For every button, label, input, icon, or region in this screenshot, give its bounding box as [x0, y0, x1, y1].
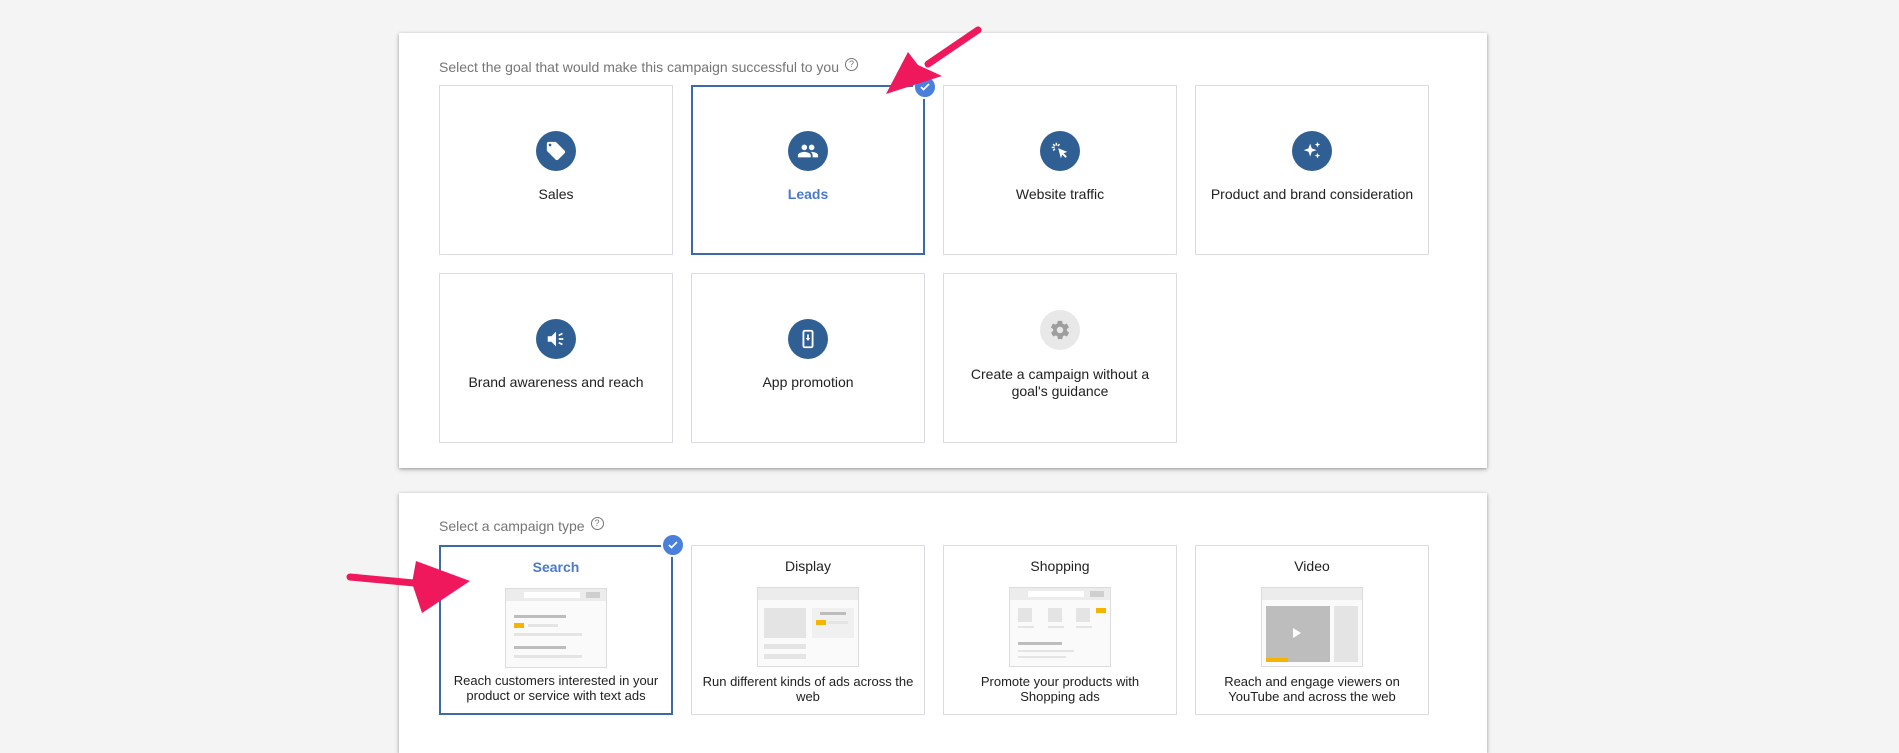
goal-card-no-guidance[interactable]: Create a campaign without a goal's guida… [943, 273, 1177, 443]
gear-icon [1040, 310, 1080, 350]
search-ad-illustration [505, 588, 607, 668]
type-card-video[interactable]: Video Reach and engage viewers on YouTub… [1195, 545, 1429, 715]
type-description: Promote your products with Shopping ads [980, 674, 1140, 704]
video-ad-illustration [1261, 587, 1363, 667]
type-title: Search [532, 559, 580, 575]
phone-download-icon [788, 319, 828, 359]
speaker-icon [536, 319, 576, 359]
goal-card-sales[interactable]: Sales [439, 85, 673, 255]
type-description: Reach customers interested in your produ… [453, 673, 659, 703]
campaign-type-panel: Select a campaign type ? Search Reach cu… [399, 493, 1487, 753]
help-icon[interactable]: ? [845, 57, 858, 71]
shopping-ad-illustration [1009, 587, 1111, 667]
goal-label: Website traffic [1015, 186, 1105, 202]
goal-label: Leads [787, 186, 829, 202]
help-icon[interactable]: ? [590, 516, 604, 530]
tag-icon [536, 131, 576, 171]
type-title: Video [1294, 558, 1330, 574]
type-title: Display [785, 558, 831, 574]
display-ad-illustration [757, 587, 859, 667]
goal-heading-text: Select the goal that would make this cam… [439, 59, 839, 75]
goal-heading: Select the goal that would make this cam… [439, 57, 858, 75]
type-title: Shopping [1030, 558, 1090, 574]
goal-label: Product and brand consideration [1210, 186, 1414, 202]
type-card-display[interactable]: Display Run different kinds of ads acros… [691, 545, 925, 715]
goal-card-website-traffic[interactable]: Website traffic [943, 85, 1177, 255]
goal-card-brand-awareness[interactable]: Brand awareness and reach [439, 273, 673, 443]
check-icon [913, 75, 937, 99]
sparkle-icon [1292, 131, 1332, 171]
goal-label: App promotion [762, 374, 854, 390]
goal-label: Sales [538, 186, 574, 202]
goal-selection-panel: Select the goal that would make this cam… [399, 33, 1487, 468]
type-card-search[interactable]: Search Reach customers interested in you… [439, 545, 673, 715]
goal-card-leads[interactable]: Leads [691, 85, 925, 255]
type-description: Run different kinds of ads across the we… [702, 674, 914, 704]
goal-label: Create a campaign without a goal's guida… [970, 366, 1150, 399]
type-description: Reach and engage viewers on YouTube and … [1224, 674, 1400, 704]
type-heading: Select a campaign type ? [439, 516, 604, 534]
people-icon [788, 131, 828, 171]
cursor-click-icon [1040, 131, 1080, 171]
goal-label: Brand awareness and reach [468, 374, 644, 390]
type-card-shopping[interactable]: Shopping Promote your products with Shop… [943, 545, 1177, 715]
goal-card-app-promotion[interactable]: App promotion [691, 273, 925, 443]
check-icon [661, 533, 685, 557]
goal-card-product-brand-consideration[interactable]: Product and brand consideration [1195, 85, 1429, 255]
type-heading-text: Select a campaign type [439, 518, 585, 534]
play-icon [1293, 628, 1301, 638]
